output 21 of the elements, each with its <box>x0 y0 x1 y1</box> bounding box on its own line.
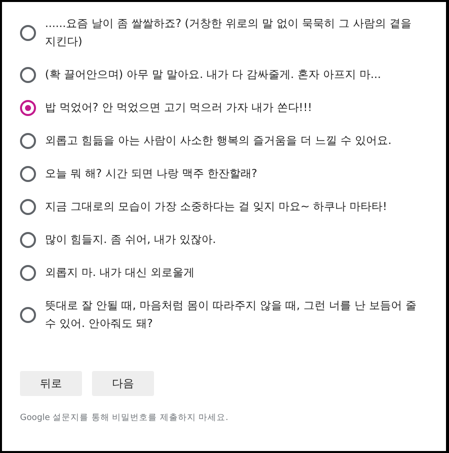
next-button[interactable]: 다음 <box>92 371 154 396</box>
option-label: (확 끌어안으며) 아무 말 말아요. 내가 다 감싸줄게. 혼자 아프지 마... <box>45 67 382 83</box>
option-label: 많이 힘들지. 좀 쉬어, 내가 있잖아. <box>45 232 216 248</box>
option-label: 지금 그대로의 모습이 가장 소중하다는 걸 잊지 마요~ 하쿠나 마타타! <box>45 199 388 215</box>
radio-button[interactable] <box>20 25 36 41</box>
radio-button[interactable] <box>20 67 36 83</box>
radio-button[interactable] <box>20 199 36 215</box>
radio-button[interactable] <box>20 166 36 182</box>
option-label: 밥 먹었어? 안 먹었으면 고기 먹으러 가자 내가 쏜다!!! <box>45 100 312 116</box>
option-label: 외롭고 힘듦을 아는 사람이 사소한 행복의 즐거움을 더 느낄 수 있어요. <box>45 133 392 149</box>
footer-note: Google 설문지를 통해 비밀번호를 제출하지 마세요. <box>20 412 230 424</box>
back-button[interactable]: 뒤로 <box>20 371 82 396</box>
option-label: 뜻대로 잘 안될 때, 마음처럼 몸이 따라주지 않을 때, 그런 너를 난 보듬어 줄 수 있어. 안아줘도 돼? <box>45 298 418 332</box>
radio-button[interactable] <box>20 307 36 323</box>
radio-button[interactable] <box>20 265 36 281</box>
option-label: 오늘 뭐 해? 시간 되면 나랑 맥주 한잔할래? <box>45 166 258 182</box>
radio-button[interactable] <box>20 232 36 248</box>
radio-button[interactable] <box>20 100 36 116</box>
radio-button[interactable] <box>20 133 36 149</box>
option-label: ......요즘 날이 좀 쌀쌀하죠? (거창한 위로의 말 없이 묵묵히 그 사람의 곁을 지킨다) <box>45 16 413 50</box>
option-label: 외롭지 마. 내가 대신 외로울게 <box>45 265 194 281</box>
